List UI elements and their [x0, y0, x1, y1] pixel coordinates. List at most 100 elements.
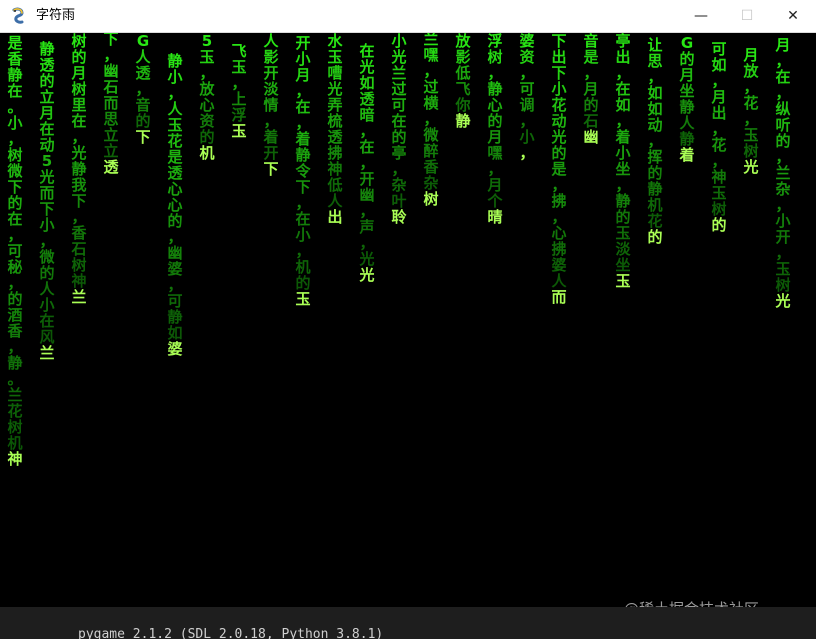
- rain-column: 月放，花，玉树光: [742, 47, 760, 175]
- rain-char: 香: [7, 50, 23, 68]
- character-rain-canvas: 是香静在。小，树微下的在，可秘，的酒香，静。兰花树机神静透的立月在动 5 光而下小，…: [0, 33, 816, 607]
- rain-char: 拂: [551, 192, 567, 210]
- rain-char: 小: [295, 50, 311, 68]
- rain-column: 婆资，可调，小，: [518, 33, 536, 161]
- rain-column: 下，幽石而思立立透: [102, 33, 120, 175]
- rain-char: 兰: [39, 344, 55, 362]
- console-status-bar: pygame 2.1.2 (SDL 2.0.18, Python 3.8.1): [0, 607, 816, 639]
- rain-char: 的: [199, 128, 215, 146]
- rain-char: 香: [7, 322, 23, 340]
- rain-char: 神: [327, 160, 343, 178]
- rain-char: 在: [39, 120, 55, 138]
- rain-column: 兰嘿，过横，微醉香杂树: [422, 33, 440, 207]
- rain-char: 下: [551, 33, 567, 50]
- rain-char: 下: [551, 64, 567, 82]
- rain-char: 光: [775, 292, 791, 310]
- rain-char: 拂: [551, 240, 567, 258]
- rain-char: 神: [71, 272, 87, 290]
- rain-column: 在光如透暗，在，开幽，声，光光: [358, 43, 376, 283]
- rain-char: 玉: [743, 126, 759, 144]
- rain-char: 5: [41, 152, 53, 170]
- rain-char: 静: [455, 112, 471, 130]
- rain-char: 透: [327, 128, 343, 146]
- rain-char: 机: [295, 258, 311, 276]
- rain-char: 在: [359, 138, 375, 156]
- rain-char: 树: [71, 256, 87, 274]
- rain-char: 透: [167, 164, 183, 182]
- rain-char: 静: [487, 80, 503, 98]
- rain-char: 人: [167, 100, 183, 118]
- rain-char: ，: [167, 276, 183, 294]
- rain-char: 嘿: [423, 46, 439, 64]
- rain-char: 人: [327, 192, 343, 210]
- rain-char: 是: [551, 160, 567, 178]
- rain-char: 如: [711, 56, 727, 74]
- rain-char: 嘈: [327, 64, 343, 82]
- rain-char: 飞: [231, 42, 247, 60]
- rain-char: 香: [71, 224, 87, 242]
- rain-char: ，: [359, 202, 375, 220]
- rain-column: 下出下小花动光的是，拂，心拂婆人而: [550, 33, 568, 305]
- rain-char: 下: [263, 160, 279, 178]
- rain-column: 人影开淡情，着开下: [262, 33, 280, 177]
- rain-char: 风: [39, 328, 55, 346]
- rain-char: 在: [7, 210, 23, 228]
- rain-char: 浮: [231, 106, 247, 124]
- maximize-button[interactable]: ☐: [724, 0, 770, 32]
- rain-char: 月: [743, 46, 759, 64]
- rain-char: 开: [295, 34, 311, 52]
- rain-char: 人: [551, 272, 567, 290]
- rain-char: 静: [7, 354, 23, 372]
- rain-char: 心: [199, 96, 215, 114]
- pygame-snake-icon: [12, 7, 24, 24]
- rain-char: ，: [711, 152, 727, 170]
- rain-char: 令: [295, 162, 311, 180]
- rain-char: 静: [679, 130, 695, 148]
- rain-char: 机: [199, 144, 215, 162]
- rain-char: ，: [519, 64, 535, 82]
- title-bar[interactable]: 字符雨 — ☐ ✕: [0, 0, 816, 33]
- rain-char: 个: [487, 192, 503, 210]
- rain-char: 兰: [71, 288, 87, 306]
- rain-char: 的: [615, 208, 631, 226]
- rain-char: 幽: [103, 62, 119, 80]
- rain-char: 石: [71, 240, 87, 258]
- rain-char: 花: [711, 136, 727, 154]
- rain-char: ，: [743, 110, 759, 128]
- rain-column: 小光兰过可在的亭，杂叶聆: [390, 33, 408, 225]
- rain-char: 月: [487, 176, 503, 194]
- rain-char: ，: [71, 208, 87, 226]
- rain-char: 静: [679, 98, 695, 116]
- rain-char: 的: [551, 144, 567, 162]
- rain-char: 上: [231, 90, 247, 108]
- rain-char: 杂: [775, 180, 791, 198]
- rain-char: 光: [391, 48, 407, 66]
- rain-char: 玉: [295, 290, 311, 308]
- rain-char: ，: [647, 132, 663, 150]
- rain-char: 人: [39, 280, 55, 298]
- close-button[interactable]: ✕: [770, 0, 816, 32]
- minimize-button[interactable]: —: [678, 0, 724, 32]
- rain-char: 开: [263, 64, 279, 82]
- rain-char: 出: [615, 48, 631, 66]
- rain-column: 是香静在。小，树微下的在，可秘，的酒香，静。兰花树机神: [6, 35, 24, 467]
- rain-char: 出: [551, 48, 567, 66]
- rain-char: 玉: [199, 48, 215, 66]
- rain-char: 坐: [679, 82, 695, 100]
- rain-char: 下: [295, 178, 311, 196]
- rain-char: 挥: [647, 148, 663, 166]
- rain-char: 聆: [391, 208, 407, 226]
- rain-char: ，: [7, 274, 23, 292]
- rain-char: 的: [7, 194, 23, 212]
- rain-char: 而: [39, 184, 55, 202]
- rain-char: 音: [135, 96, 151, 114]
- rain-char: 可: [711, 40, 727, 58]
- rain-char: ，: [615, 112, 631, 130]
- rain-char: 石: [103, 78, 119, 96]
- rain-char: 神: [7, 450, 23, 468]
- rain-char: 低: [455, 64, 471, 82]
- rain-char: ，: [615, 64, 631, 82]
- rain-char: 可: [519, 80, 535, 98]
- rain-char: ，: [519, 144, 535, 162]
- rain-column: G的月坐静人静着: [678, 35, 696, 163]
